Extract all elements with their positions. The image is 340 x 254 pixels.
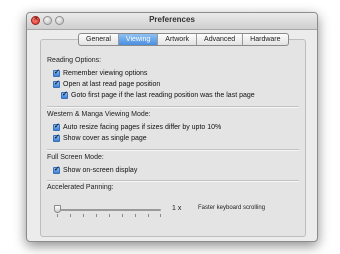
show-cover-checkbox[interactable]: ✓ <box>53 134 60 142</box>
slider-tick <box>109 214 110 217</box>
tab-general[interactable]: General <box>79 34 119 45</box>
goto-first-page-checkbox[interactable]: ✓ <box>61 91 68 99</box>
checkmark-icon: ✓ <box>54 166 60 173</box>
window-title: Preferences <box>149 15 195 24</box>
remember-viewing-options-label: Remember viewing options <box>63 70 148 77</box>
separator <box>47 149 299 151</box>
separator <box>47 180 299 182</box>
slider-tick <box>135 214 136 217</box>
slider-tick <box>160 214 161 217</box>
preferences-window: ✕ Preferences General Viewing Artwork Ad… <box>26 12 318 242</box>
tab-viewing[interactable]: Viewing <box>118 34 159 45</box>
auto-resize-checkbox[interactable]: ✓ <box>53 123 60 131</box>
tab-hardware[interactable]: Hardware <box>243 34 287 45</box>
panning-slider-track[interactable] <box>57 209 161 211</box>
goto-first-page-label: Goto first page if the last reading posi… <box>71 92 255 99</box>
accelerated-panning-title: Accelerated Panning: <box>47 184 114 191</box>
slider-tick <box>122 214 123 217</box>
slider-tick <box>70 214 71 217</box>
open-last-page-checkbox[interactable]: ✓ <box>53 80 60 88</box>
auto-resize-row[interactable]: ✓ Auto resize facing pages if sizes diff… <box>53 123 221 132</box>
panning-slider-knob[interactable] <box>54 205 61 213</box>
reading-options-title: Reading Options: <box>47 57 102 64</box>
tab-advanced[interactable]: Advanced <box>197 34 244 45</box>
checkmark-icon: ✓ <box>54 69 60 76</box>
checkmark-icon: ✓ <box>62 91 68 98</box>
full-screen-title: Full Screen Mode: <box>47 154 104 161</box>
goto-first-page-row[interactable]: ✓ Goto first page if the last reading po… <box>61 91 255 100</box>
on-screen-display-label: Show on-screen display <box>63 167 138 174</box>
separator <box>47 106 299 108</box>
open-last-page-row[interactable]: ✓ Open at last read page position <box>53 80 160 89</box>
auto-resize-label: Auto resize facing pages if sizes differ… <box>63 124 222 131</box>
tab-bar: General Viewing Artwork Advanced Hardwar… <box>78 33 289 46</box>
open-last-page-label: Open at last read page position <box>63 81 161 88</box>
panning-value: 1 x <box>172 205 182 212</box>
show-cover-row[interactable]: ✓ Show cover as single page <box>53 134 147 143</box>
show-cover-label: Show cover as single page <box>63 135 147 142</box>
western-manga-title: Western & Manga Viewing Mode: <box>47 111 151 118</box>
tab-artwork[interactable]: Artwork <box>158 34 198 45</box>
checkmark-icon: ✓ <box>54 80 60 87</box>
slider-tick <box>83 214 84 217</box>
title-bar: ✕ Preferences <box>27 13 317 30</box>
on-screen-display-checkbox[interactable]: ✓ <box>53 166 60 174</box>
checkmark-icon: ✓ <box>54 123 60 130</box>
on-screen-display-row[interactable]: ✓ Show on-screen display <box>53 166 137 175</box>
checkmark-icon: ✓ <box>54 134 60 141</box>
slider-tick <box>148 214 149 217</box>
slider-tick <box>96 214 97 217</box>
remember-viewing-options-checkbox[interactable]: ✓ <box>53 69 60 77</box>
panning-caption: Faster keyboard scrolling <box>198 205 266 211</box>
remember-viewing-options-row[interactable]: ✓ Remember viewing options <box>53 69 147 78</box>
slider-tick <box>57 214 58 217</box>
